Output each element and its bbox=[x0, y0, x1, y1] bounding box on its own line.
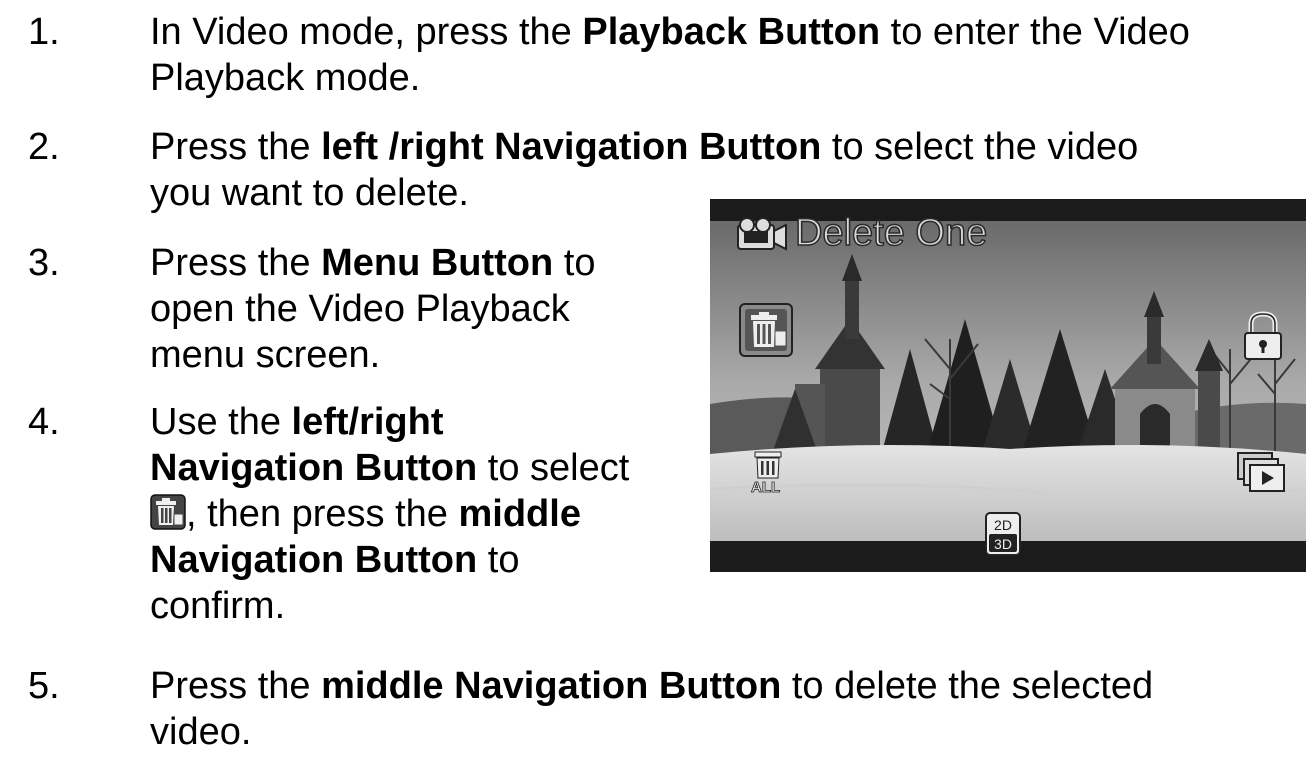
text-run: Press the bbox=[150, 665, 322, 707]
text-run: Press the bbox=[150, 126, 322, 168]
text-run: to select bbox=[477, 447, 630, 489]
step-number: 1. bbox=[28, 11, 60, 53]
text-run: In Video mode, press the bbox=[150, 11, 583, 53]
step-number: 2. bbox=[28, 126, 60, 168]
protect-lock-icon bbox=[1241, 311, 1285, 361]
text-run: to select the video bbox=[821, 126, 1139, 168]
step-1: 1. In Video mode, press the Playback But… bbox=[28, 9, 1298, 101]
delete-one-icon bbox=[739, 303, 793, 357]
badge-3d: 3D bbox=[994, 536, 1012, 552]
step-number: 5. bbox=[28, 665, 60, 707]
text-run: Playback mode. bbox=[150, 57, 421, 99]
delete-all-icon: ALL bbox=[747, 448, 795, 494]
video-camera-icon bbox=[736, 217, 788, 251]
step-text: Use the left/right Navigation Button to … bbox=[150, 399, 629, 629]
text-run: menu screen. bbox=[150, 334, 381, 376]
screen-title: Delete One bbox=[794, 211, 988, 255]
2d-3d-icon: 2D 3D bbox=[985, 512, 1021, 556]
bold-run: Navigation Button bbox=[150, 539, 478, 581]
text-run: confirm. bbox=[150, 585, 286, 627]
text-run: open the Video Playback bbox=[150, 288, 570, 330]
text-run: Press the bbox=[150, 242, 322, 284]
text-run: to bbox=[477, 539, 520, 581]
text-run: , then press the bbox=[186, 493, 459, 535]
bold-run: Menu Button bbox=[321, 242, 554, 284]
text-run: video. bbox=[150, 711, 252, 753]
step-text: In Video mode, press the Playback Button… bbox=[150, 9, 1190, 101]
step-5: 5. Press the middle Navigation Button to… bbox=[28, 663, 1298, 755]
step-text: Press the Menu Button to open the Video … bbox=[150, 240, 595, 378]
slideshow-icon bbox=[1236, 451, 1286, 493]
delete-one-icon bbox=[150, 494, 186, 530]
bold-run: Playback Button bbox=[582, 11, 881, 53]
step-4: 4. Use the left/right Navigation Button … bbox=[28, 399, 688, 639]
text-run: Use the bbox=[150, 401, 292, 443]
text-run: to delete the selected bbox=[781, 665, 1154, 707]
text-run: to enter the Video bbox=[880, 11, 1190, 53]
delete-all-label: ALL bbox=[751, 479, 780, 494]
bold-run: middle Navigation Button bbox=[321, 665, 782, 707]
badge-2d: 2D bbox=[994, 517, 1012, 533]
text-run: to bbox=[553, 242, 596, 284]
bold-run: Navigation Button bbox=[150, 447, 478, 489]
bold-run: left/right bbox=[291, 401, 444, 443]
step-number: 3. bbox=[28, 242, 60, 284]
step-text: Press the middle Navigation Button to de… bbox=[150, 663, 1153, 755]
text-run: you want to delete. bbox=[150, 172, 469, 214]
camera-screen-illustration: Delete One ALL 2D 3D bbox=[710, 199, 1306, 572]
step-number: 4. bbox=[28, 401, 60, 443]
bold-run: middle bbox=[458, 493, 581, 535]
bold-run: left /right Navigation Button bbox=[321, 126, 822, 168]
step-3: 3. Press the Menu Button to open the Vid… bbox=[28, 240, 688, 378]
